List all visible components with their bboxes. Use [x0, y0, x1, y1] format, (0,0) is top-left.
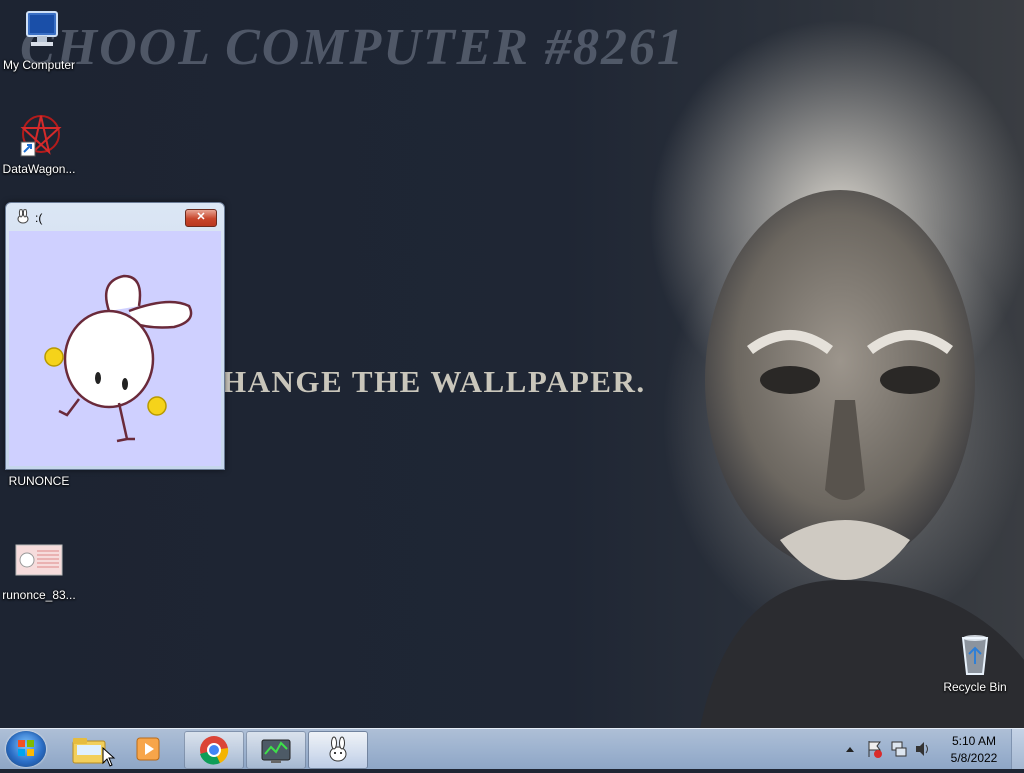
desktop-icon-my-computer[interactable]: My Computer: [0, 8, 78, 72]
rabbit-icon: [15, 208, 31, 225]
media-player-icon: [136, 737, 160, 761]
volume-icon[interactable]: [914, 729, 932, 769]
window-titlebar[interactable]: :( ✕: [6, 203, 224, 231]
network-icon[interactable]: [890, 729, 908, 769]
window-content: [9, 231, 221, 466]
clock-time: 5:10 AM: [951, 734, 997, 748]
task-manager-icon: [261, 739, 291, 763]
taskbar-clock[interactable]: 5:10 AM 5/8/2022: [936, 733, 1012, 767]
desktop-icon-datawagon[interactable]: DataWagon...: [0, 112, 78, 176]
wallpaper-subtitle: HANGE THE WALLPAPER.: [222, 364, 646, 399]
taskbar: 5:10 AM 5/8/2022: [0, 728, 1024, 769]
chrome-icon: [200, 736, 229, 765]
system-tray: [842, 729, 932, 769]
windows-logo-icon: [18, 740, 34, 756]
action-center-flag-icon[interactable]: [866, 729, 884, 769]
mouse-cursor-icon: [102, 747, 116, 767]
show-hidden-icons-icon[interactable]: [844, 729, 856, 769]
rabbit-app-icon: [329, 736, 347, 762]
desktop-icon-label: RUNONCE: [8, 474, 70, 488]
computer-icon: [15, 8, 63, 56]
image-file-icon: [15, 538, 63, 586]
taskbar-task-manager[interactable]: [246, 731, 306, 769]
start-button[interactable]: [6, 731, 46, 767]
desktop-icon-label: DataWagon...: [2, 162, 76, 176]
wallpaper-title: CHOOL COMPUTER #8261: [20, 19, 685, 76]
window-title: :(: [35, 211, 43, 225]
taskbar-file-explorer[interactable]: [60, 731, 118, 767]
desktop-icon-label: Recycle Bin: [943, 680, 1007, 694]
taskbar-chrome[interactable]: [184, 731, 244, 769]
app-window[interactable]: :( ✕: [5, 202, 225, 470]
taskbar-rabbit-app[interactable]: [308, 731, 368, 769]
desktop-icon-label: My Computer: [2, 58, 76, 72]
close-button[interactable]: ✕: [185, 209, 217, 227]
desktop-icon-runonce-image[interactable]: runonce_83...: [0, 538, 78, 602]
desktop-icon-recycle-bin[interactable]: Recycle Bin: [936, 630, 1014, 694]
datawagon-icon: [15, 112, 63, 160]
rabbit-character-image: [44, 274, 193, 443]
show-desktop-button[interactable]: [1011, 729, 1024, 769]
wallpaper-portrait: [650, 20, 1024, 728]
recycle-bin-icon: [951, 630, 999, 678]
clock-date: 5/8/2022: [950, 751, 998, 765]
desktop-icon-label: runonce_83...: [2, 588, 76, 602]
taskbar-media-player[interactable]: [120, 731, 178, 767]
desktop: CHOOL COMPUTER #8261 HANGE THE WALLPAPER…: [0, 0, 1024, 728]
